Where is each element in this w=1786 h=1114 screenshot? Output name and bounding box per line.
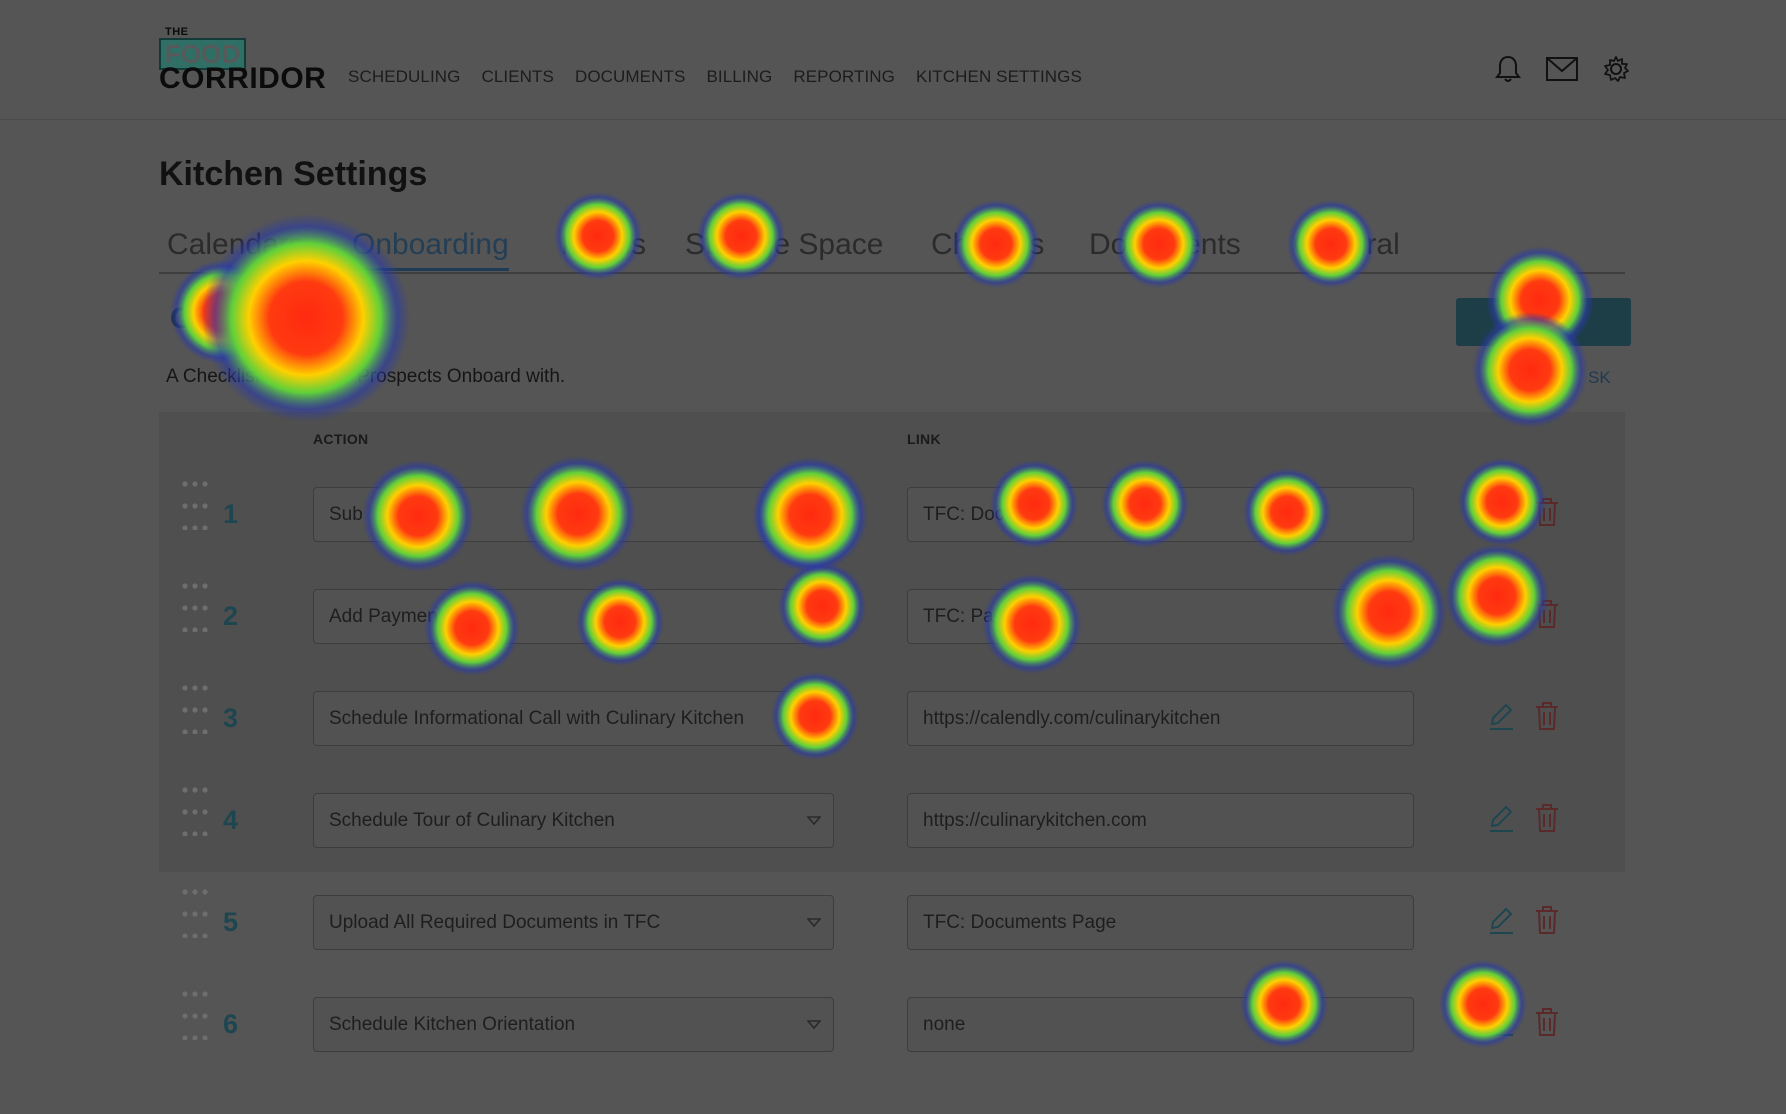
table-row: 5 Upload All Required Documents in TFC T…	[159, 868, 1625, 970]
tab-storage-space[interactable]: Storage Space	[685, 228, 883, 262]
nav-clients[interactable]: CLIENTS	[481, 67, 554, 87]
column-header-link: LINK	[907, 431, 941, 447]
link-value: TFC: Pa	[923, 605, 994, 627]
column-header-action: ACTION	[313, 431, 369, 447]
tab-forms[interactable]: Forms	[561, 228, 646, 262]
action-select[interactable]: Upload All Required Documents in TFC	[313, 895, 834, 950]
chevron-down-icon	[807, 1020, 821, 1030]
trash-icon[interactable]	[1534, 599, 1560, 629]
drag-handle-icon[interactable]	[181, 990, 211, 1040]
food-corridor-logo[interactable]: THE FOOD CORRIDOR	[159, 26, 326, 94]
top-navigation-bar: THE FOOD CORRIDOR SCHEDULING CLIENTS DOC…	[0, 0, 1786, 120]
table-row: 6 Schedule Kitchen Orientation none	[159, 970, 1625, 1072]
trash-icon[interactable]	[1534, 701, 1560, 731]
mail-icon[interactable]	[1546, 57, 1578, 81]
chevron-down-icon	[807, 612, 821, 622]
drag-handle-icon[interactable]	[181, 786, 211, 836]
tab-calendars[interactable]: Calendars	[167, 228, 304, 262]
kitchen-settings-page: THE FOOD CORRIDOR SCHEDULING CLIENTS DOC…	[0, 0, 1786, 1114]
link-value: TFC: Documents Page	[923, 911, 1117, 933]
link-input[interactable]: TFC: Pa	[907, 589, 1414, 644]
link-value: https://culinarykitchen.com	[923, 809, 1147, 831]
header-icons	[1494, 54, 1630, 84]
tab-onboarding[interactable]: Onboarding	[352, 228, 509, 271]
tab-documents[interactable]: Documents	[1089, 228, 1241, 262]
row-number: 2	[223, 601, 239, 631]
section-title: C	[170, 302, 192, 335]
gear-icon[interactable]	[1602, 55, 1630, 83]
add-task-link[interactable]: SK	[1588, 368, 1611, 388]
row-number: 6	[223, 1009, 239, 1039]
table-row: 2 Add Paymen TFC: Pa	[159, 562, 1625, 664]
action-value: Schedule Kitchen Orientation	[329, 1013, 576, 1035]
trash-icon[interactable]	[1534, 803, 1560, 833]
link-value: TFC: Docu	[923, 503, 1015, 525]
table-row: 3 Schedule Informational Call with Culin…	[159, 664, 1625, 766]
action-value: Sub	[329, 503, 363, 525]
row-number: 1	[223, 499, 239, 529]
nav-documents[interactable]: DOCUMENTS	[575, 67, 685, 87]
nav-scheduling[interactable]: SCHEDULING	[348, 67, 460, 87]
link-input[interactable]: TFC: Docu	[907, 487, 1414, 542]
logo-corridor: CORRIDOR	[159, 62, 327, 95]
chevron-down-icon	[807, 510, 821, 520]
add-button[interactable]	[1456, 298, 1631, 346]
page-title: Kitchen Settings	[159, 155, 428, 193]
link-input[interactable]: TFC: Documents Page	[907, 895, 1414, 950]
action-select[interactable]: Schedule Informational Call with Culinar…	[313, 691, 834, 746]
edit-icon[interactable]	[1487, 906, 1515, 936]
action-value: Schedule Informational Call with Culinar…	[329, 707, 745, 729]
link-input[interactable]: none	[907, 997, 1414, 1052]
edit-icon[interactable]	[1487, 600, 1515, 630]
table-row: 1 Sub TFC: Docu	[159, 460, 1625, 562]
logo-the: THE	[165, 26, 189, 38]
chevron-down-icon	[807, 918, 821, 928]
drag-handle-icon[interactable]	[181, 684, 211, 734]
row-number: 3	[223, 703, 239, 733]
drag-handle-icon[interactable]	[181, 582, 211, 632]
action-select[interactable]: Add Paymen	[313, 589, 834, 644]
edit-icon[interactable]	[1487, 498, 1515, 528]
edit-icon[interactable]	[1487, 1008, 1515, 1038]
drag-handle-icon[interactable]	[181, 480, 211, 530]
action-select[interactable]: Schedule Tour of Culinary Kitchen	[313, 793, 834, 848]
tab-charges[interactable]: Charges	[931, 228, 1044, 262]
tab-general[interactable]: General	[1293, 228, 1400, 262]
link-input[interactable]: https://calendly.com/culinarykitchen	[907, 691, 1414, 746]
section-subtitle: A Checklist that Baker Prospects Onboard…	[166, 366, 566, 387]
trash-icon[interactable]	[1534, 497, 1560, 527]
link-value: none	[923, 1013, 966, 1035]
link-value: https://calendly.com/culinarykitchen	[923, 707, 1221, 729]
action-select[interactable]: Schedule Kitchen Orientation	[313, 997, 834, 1052]
row-number: 4	[223, 805, 239, 835]
link-input[interactable]: https://culinarykitchen.com	[907, 793, 1414, 848]
table-row: 4 Schedule Tour of Culinary Kitchen http…	[159, 766, 1625, 868]
nav-billing[interactable]: BILLING	[706, 67, 772, 87]
settings-tabs: Calendars Onboarding Forms Storage Space…	[159, 228, 1625, 274]
trash-icon[interactable]	[1534, 905, 1560, 935]
action-value: Schedule Tour of Culinary Kitchen	[329, 809, 615, 831]
trash-icon[interactable]	[1534, 1007, 1560, 1037]
drag-handle-icon[interactable]	[181, 888, 211, 938]
nav-kitchen-settings[interactable]: KITCHEN SETTINGS	[916, 67, 1082, 87]
main-nav: SCHEDULING CLIENTS DOCUMENTS BILLING REP…	[348, 67, 1082, 87]
action-select[interactable]: Sub	[313, 487, 834, 542]
action-value: Upload All Required Documents in TFC	[329, 911, 661, 933]
nav-reporting[interactable]: REPORTING	[793, 67, 895, 87]
edit-icon[interactable]	[1487, 702, 1515, 732]
action-value: Add Paymen	[329, 605, 438, 627]
chevron-down-icon	[807, 714, 821, 724]
row-number: 5	[223, 907, 239, 937]
chevron-down-icon	[807, 816, 821, 826]
edit-icon[interactable]	[1487, 804, 1515, 834]
bell-icon[interactable]	[1494, 54, 1522, 84]
